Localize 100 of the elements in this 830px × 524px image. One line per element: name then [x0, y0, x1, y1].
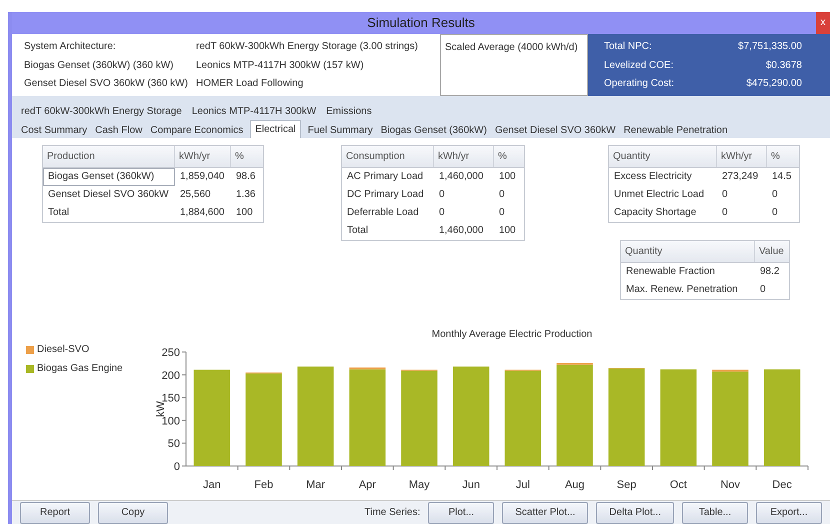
architecture-label: Biogas Genset (360kW) (360 kW) [24, 58, 174, 72]
table-row[interactable]: Max. Renew. Penetration 0 [621, 281, 789, 299]
x-tick-label: Oct [670, 479, 687, 491]
table-cell-text: Capacity Shortage [613, 206, 698, 220]
table-cell-text: 100 [498, 170, 517, 184]
table-row[interactable]: Unmet Electric Load 0 0 [609, 186, 799, 204]
x-tick-label: May [408, 479, 430, 491]
table-cell-text: 273,249 [721, 170, 760, 184]
table-row[interactable]: Total 1,460,000 100 [342, 222, 524, 240]
architecture-label: System Architecture: [24, 40, 117, 54]
tab[interactable]: Biogas Genset (360kW) [380, 122, 488, 138]
table-row[interactable]: Deferrable Load 0 0 [342, 204, 524, 222]
tab[interactable]: Cost Summary [20, 122, 88, 138]
table-cell-text: 0 [438, 188, 446, 202]
table-cell-text: 1,460,000 [438, 170, 484, 184]
column-header[interactable]: Quantity [609, 146, 717, 167]
x-tick-label: Sep [616, 479, 636, 491]
table-cell-text: 0 [771, 188, 779, 202]
architecture-label: Genset Diesel SVO 360kW (360 kW) [24, 77, 189, 91]
table-row[interactable]: Renewable Fraction 98.2 [621, 263, 789, 281]
column-header[interactable]: Consumption [342, 146, 434, 167]
x-tick-label: Jul [516, 479, 530, 491]
x-tick-label: Jun [462, 479, 480, 491]
architecture-value: HOMER Load Following [196, 77, 304, 91]
column-header[interactable]: Quantity [621, 241, 755, 262]
table-cell-text: Max. Renew. Penetration [625, 283, 739, 297]
tab[interactable]: redT 60kW-300kWh Energy Storage [20, 104, 183, 118]
tab[interactable]: Fuel Summary [306, 122, 374, 138]
action-button[interactable]: Export... [756, 502, 822, 524]
tab[interactable]: Renewable Penetration [622, 122, 729, 138]
y-tick-label: 100 [162, 415, 180, 428]
summary-label: Levelized COE: [604, 58, 674, 72]
action-button[interactable]: Copy [98, 502, 168, 524]
legend-label: Diesel-SVO [37, 343, 90, 357]
tab[interactable]: Leonics MTP-4117H 300kW [190, 104, 318, 118]
legend-swatch [26, 346, 34, 354]
table-cell-text: 100 [235, 206, 254, 220]
table-cell-text: 25,560 [179, 188, 212, 202]
table-cell-text: 1,460,000 [438, 224, 484, 238]
summary-label: Operating Cost: [604, 77, 674, 91]
column-header[interactable]: % [767, 146, 799, 167]
table-cell-text: Total [346, 224, 370, 238]
tab[interactable]: Cash Flow [94, 122, 144, 138]
legend-label: Biogas Gas Engine [37, 362, 123, 376]
table-cell-text: Deferrable Load [346, 206, 420, 220]
tab[interactable]: Compare Economics [149, 122, 244, 138]
table-cell-text: 0 [498, 188, 506, 202]
table-row[interactable]: AC Primary Load 1,460,000 100 [342, 168, 524, 186]
x-tick-label: Jan [203, 479, 221, 491]
column-header[interactable]: Value [755, 241, 789, 262]
x-tick-label: Feb [254, 479, 274, 491]
y-tick-label: 200 [162, 370, 180, 382]
action-button[interactable]: Table... [682, 502, 748, 524]
column-header[interactable]: kWh/yr [175, 146, 231, 167]
x-tick-label: Aug [564, 479, 585, 491]
table-cell-text: DC Primary Load [346, 188, 425, 202]
x-tick-label: Mar [306, 479, 326, 491]
action-button[interactable]: Report [20, 502, 90, 524]
summary-label: Total NPC: [604, 40, 652, 54]
load-text: Scaled Average (4000 kWh/d) [445, 42, 578, 53]
summary-value: $0.3678 [766, 58, 802, 72]
column-header[interactable]: Production [43, 146, 175, 167]
tab[interactable]: Electrical [250, 120, 301, 138]
table-cell-text: 0 [759, 283, 767, 297]
table-cell-text: Unmet Electric Load [613, 188, 706, 202]
x-tick-label: Dec [772, 479, 792, 491]
table-cell-text: 0 [771, 206, 779, 220]
table-row[interactable]: Capacity Shortage 0 0 [609, 204, 799, 222]
table-row[interactable]: Biogas Genset (360kW) 1,859,040 98.6 [43, 168, 263, 186]
table-cell-text: 98.2 [759, 265, 780, 279]
action-button[interactable]: Scatter Plot... [502, 502, 588, 524]
table-row[interactable]: DC Primary Load 0 0 [342, 186, 524, 204]
table-cell-text: 14.5 [771, 170, 792, 184]
tab[interactable]: Emissions [325, 104, 373, 118]
y-axis-label: kW [155, 401, 167, 417]
close-button[interactable]: x [816, 12, 830, 34]
column-header[interactable]: % [231, 146, 263, 167]
table-cell-text: 0 [438, 206, 446, 220]
table-cell-text: 1.36 [235, 188, 256, 202]
table-cell: Biogas Genset (360kW) [43, 168, 175, 186]
x-tick-label: Nov [720, 479, 740, 491]
summary-value: $475,290.00 [746, 77, 802, 91]
table-cell-text: Total [47, 206, 70, 220]
action-button[interactable]: Delta Plot... [596, 502, 674, 524]
tab[interactable]: Genset Diesel SVO 360kW [494, 122, 617, 138]
table-cell-text: 100 [498, 224, 517, 238]
table-cell-text: AC Primary Load [346, 170, 424, 184]
action-button[interactable]: Plot... [428, 502, 494, 524]
table-row[interactable]: Total 1,884,600 100 [43, 204, 263, 222]
table-row[interactable]: Excess Electricity 273,249 14.5 [609, 168, 799, 186]
table-cell-text: 0 [721, 188, 729, 202]
time-series-label: Time Series: [364, 506, 420, 520]
y-tick-label: 0 [174, 461, 180, 473]
table-row[interactable]: Genset Diesel SVO 360kW 25,560 1.36 [43, 186, 263, 204]
table-cell-text: Renewable Fraction [625, 265, 716, 279]
table-cell-text: 1,859,040 [179, 170, 226, 184]
column-header[interactable]: kWh/yr [434, 146, 494, 167]
column-header[interactable]: % [494, 146, 524, 167]
column-header[interactable]: kWh/yr [717, 146, 767, 167]
y-tick-label: 250 [162, 347, 180, 359]
